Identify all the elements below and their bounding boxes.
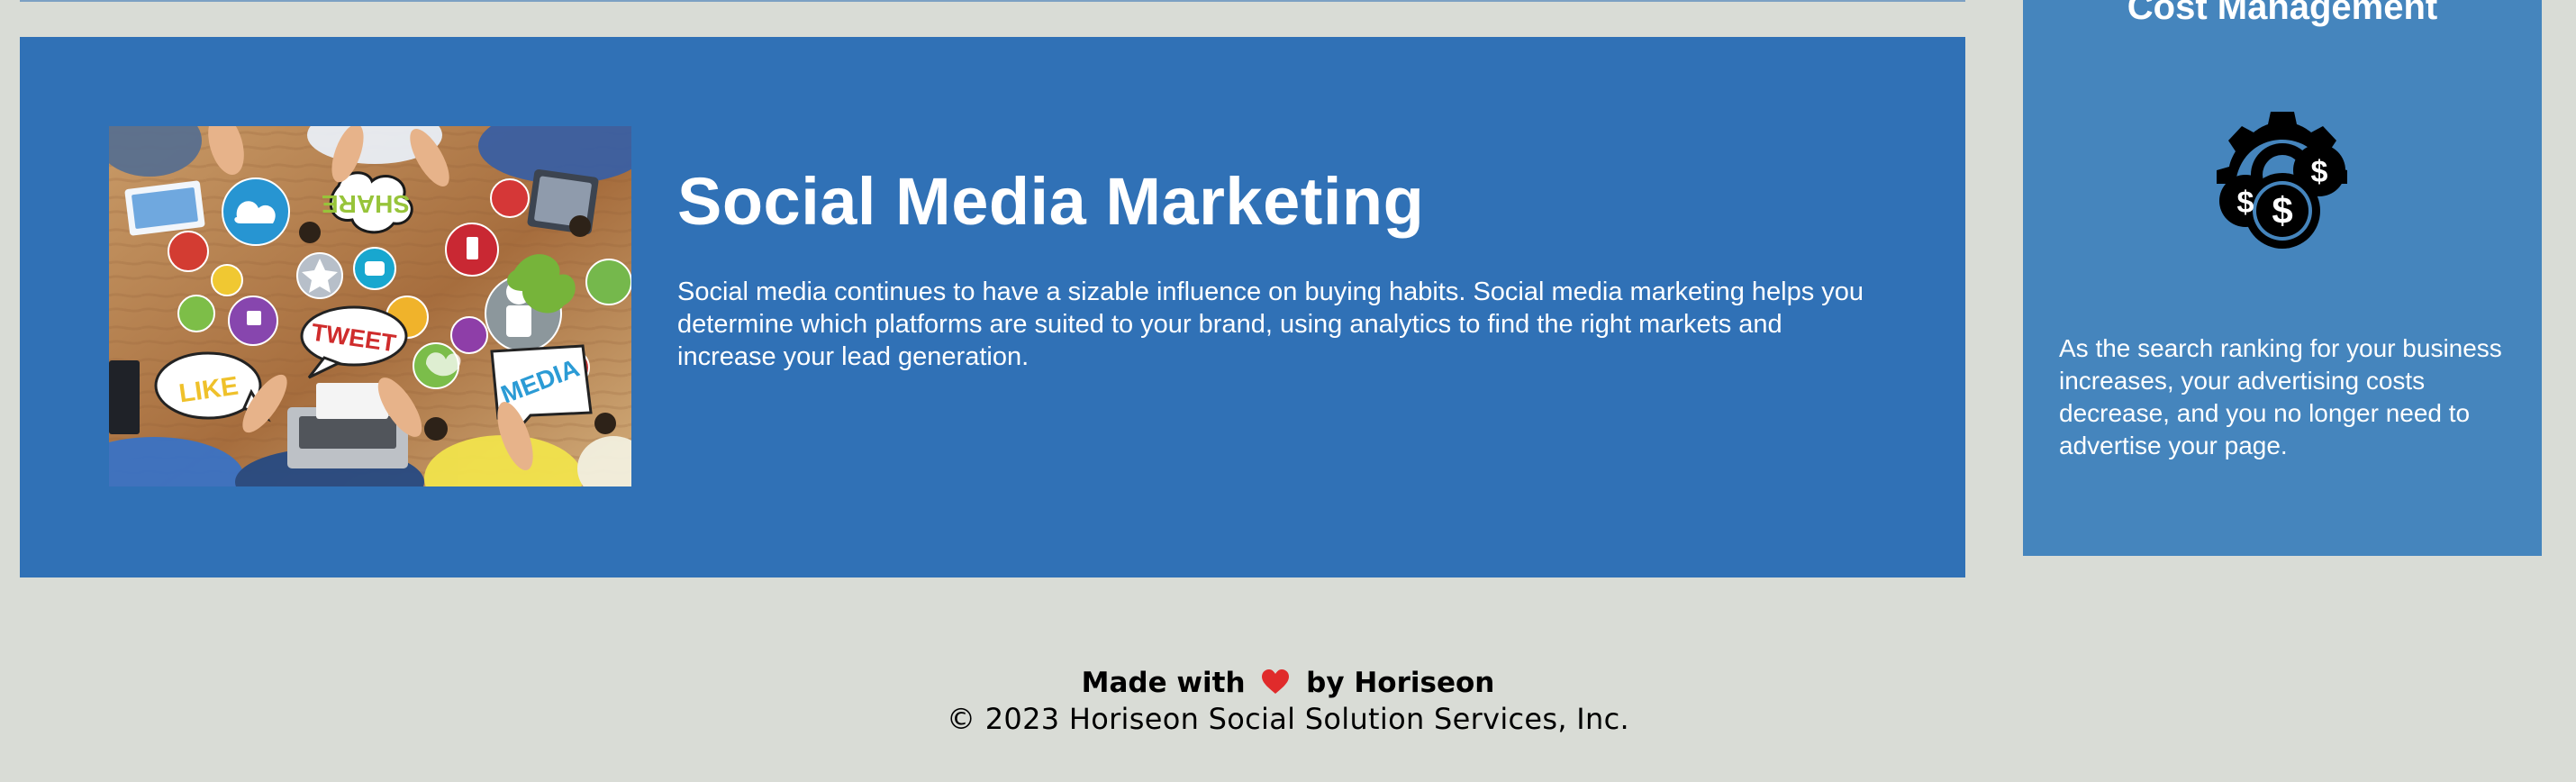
social-media-marketing-section: SHARE TWEET LIKE MEDIA Social Media Mark… — [20, 37, 1965, 577]
cost-management-icon: $ $ $ — [2217, 112, 2347, 249]
social-media-marketing-image: SHARE TWEET LIKE MEDIA — [109, 126, 631, 486]
site-footer: Made with by Horiseon © 2023 Horiseon So… — [0, 664, 2576, 736]
footer-made-suffix: by Horiseon — [1306, 667, 1495, 699]
service-title: Social Media Marketing — [677, 164, 1425, 239]
section-divider — [20, 0, 1965, 2]
benefit-description: As the search ranking for your business … — [2059, 334, 2502, 459]
service-description: Social media continues to have a sizable… — [677, 277, 1864, 371]
heart-icon — [1262, 669, 1290, 694]
svg-text:$: $ — [2311, 155, 2328, 189]
share-label: SHARE — [322, 190, 410, 218]
page: SHARE TWEET LIKE MEDIA Social Media Mark… — [0, 0, 2576, 782]
benefit-title: Cost Management — [2127, 0, 2438, 27]
footer-attribution: Made with by Horiseon — [0, 664, 2576, 702]
cost-management-card: Cost Management $ $ $ As the search rank… — [2023, 0, 2542, 556]
svg-text:$: $ — [2272, 189, 2292, 232]
svg-text:$: $ — [2237, 186, 2254, 220]
footer-made-prefix: Made with — [1081, 667, 1246, 699]
footer-copyright: © 2023 Horiseon Social Solution Services… — [946, 702, 1629, 736]
